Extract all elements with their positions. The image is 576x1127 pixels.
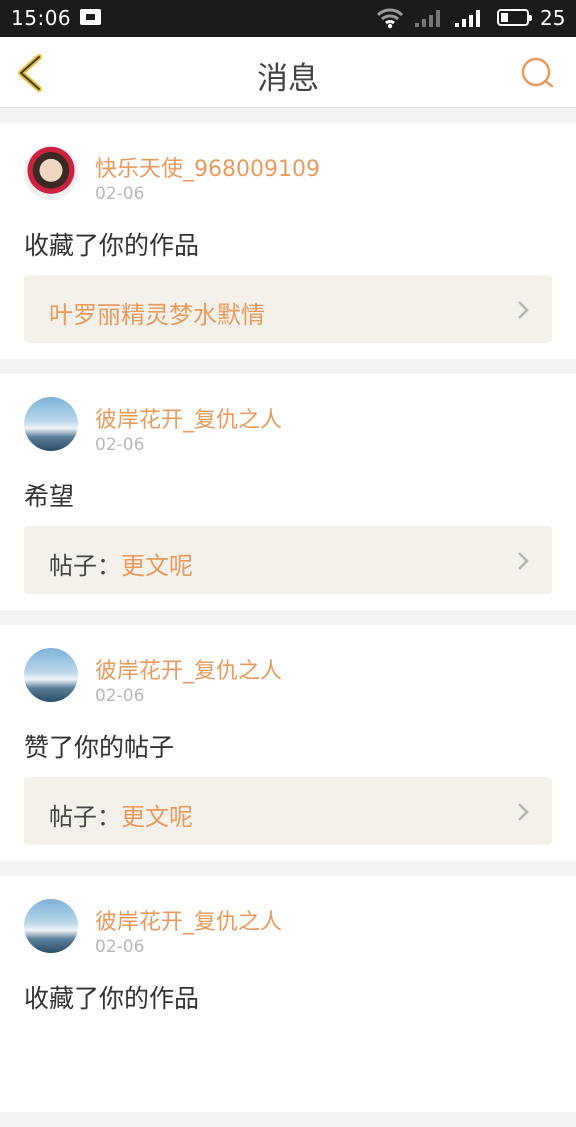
work-link[interactable]: 叶罗丽精灵梦水默情 (24, 275, 552, 343)
link-text: 更文呢 (121, 552, 193, 580)
avatar[interactable] (24, 397, 78, 451)
message-card: 彼岸花开_复仇之人 02-06 希望 帖子：更文呢 (0, 374, 576, 610)
username[interactable]: 彼岸花开_复仇之人 (95, 904, 282, 936)
chevron-right-icon (518, 552, 529, 570)
page-title: 消息 (257, 61, 319, 97)
chevron-right-icon (518, 301, 529, 319)
message-action: 赞了你的帖子 (24, 733, 175, 762)
battery-icon (497, 9, 532, 26)
header-bar: 消息 (0, 37, 576, 108)
message-action: 收藏了你的作品 (24, 231, 200, 260)
link-text: 叶罗丽精灵梦水默情 (49, 301, 265, 329)
signal-sim2-icon (455, 10, 480, 27)
username[interactable]: 彼岸花开_复仇之人 (95, 402, 282, 434)
message-date: 02-06 (95, 937, 145, 957)
username[interactable]: 彼岸花开_复仇之人 (95, 653, 282, 685)
avatar[interactable] (24, 146, 78, 200)
wifi-icon (377, 8, 403, 29)
message-action: 希望 (24, 482, 75, 511)
message-card: 彼岸花开_复仇之人 02-06 收藏了你的作品 (0, 876, 576, 1112)
status-bar: 15:06 25 (0, 0, 576, 37)
link-prefix: 帖子： (49, 803, 121, 831)
post-link[interactable]: 帖子：更文呢 (24, 777, 552, 845)
message-list: 快乐天使_968009109 02-06 收藏了你的作品 叶罗丽精灵梦水默情 彼… (0, 123, 576, 1127)
post-title: 帖子：更文呢 (49, 797, 193, 832)
message-card: 快乐天使_968009109 02-06 收藏了你的作品 叶罗丽精灵梦水默情 (0, 123, 576, 359)
work-title: 叶罗丽精灵梦水默情 (49, 295, 265, 330)
search-button[interactable] (518, 54, 556, 92)
avatar[interactable] (24, 648, 78, 702)
message-action: 收藏了你的作品 (24, 984, 200, 1013)
notification-icon (80, 9, 101, 25)
message-date: 02-06 (95, 686, 145, 706)
avatar[interactable] (24, 899, 78, 953)
post-link[interactable]: 帖子：更文呢 (24, 526, 552, 594)
message-card: 彼岸花开_复仇之人 02-06 赞了你的帖子 帖子：更文呢 (0, 625, 576, 861)
link-prefix: 帖子： (49, 552, 121, 580)
link-text: 更文呢 (121, 803, 193, 831)
username[interactable]: 快乐天使_968009109 (95, 151, 320, 183)
signal-sim1-icon (415, 10, 440, 27)
chevron-right-icon (518, 803, 529, 821)
battery-level: 25 (540, 6, 566, 30)
message-date: 02-06 (95, 184, 145, 204)
message-date: 02-06 (95, 435, 145, 455)
post-title: 帖子：更文呢 (49, 546, 193, 581)
status-time: 15:06 (11, 6, 72, 30)
